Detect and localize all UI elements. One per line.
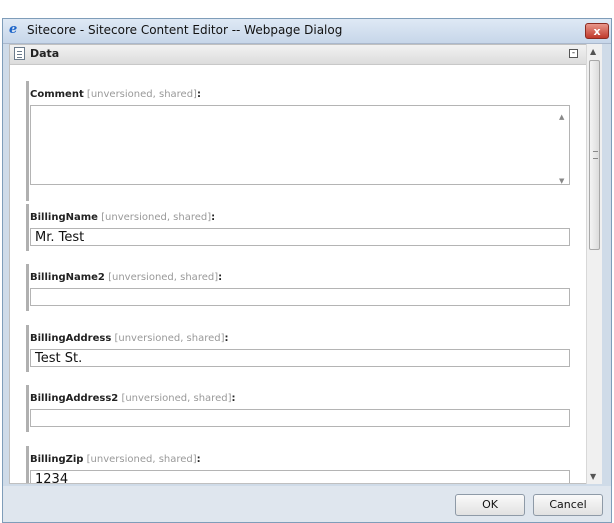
collapse-icon[interactable]: - bbox=[569, 49, 578, 58]
webpage-dialog: e Sitecore - Sitecore Content Editor -- … bbox=[2, 18, 612, 523]
field-name: BillingAddress bbox=[30, 333, 112, 344]
field-indicator-bar bbox=[26, 81, 29, 201]
field-billingname: BillingName [unversioned, shared]: Mr. T… bbox=[26, 204, 582, 251]
field-label: BillingName2 [unversioned, shared]: bbox=[30, 272, 582, 286]
field-billingzip: BillingZip [unversioned, shared]: 1234 bbox=[26, 446, 582, 483]
field-comment: Comment [unversioned, shared]: ▲ ▼ bbox=[26, 81, 582, 201]
field-billingaddress2: BillingAddress2 [unversioned, shared]: bbox=[26, 385, 582, 432]
billingname-input[interactable]: Mr. Test bbox=[30, 228, 570, 246]
comment-textarea[interactable] bbox=[30, 105, 570, 185]
field-indicator-bar bbox=[26, 204, 29, 251]
billingaddress-input[interactable]: Test St. bbox=[30, 349, 570, 367]
field-billingaddress: BillingAddress [unversioned, shared]: Te… bbox=[26, 325, 582, 372]
field-meta: [unversioned, shared] bbox=[114, 333, 225, 344]
field-indicator-bar bbox=[26, 446, 29, 483]
field-meta: [unversioned, shared] bbox=[101, 212, 212, 223]
field-indicator-bar bbox=[26, 264, 29, 311]
section-header-data[interactable]: Data - bbox=[10, 45, 586, 65]
billingaddress2-input[interactable] bbox=[30, 409, 570, 427]
field-colon: : bbox=[224, 333, 229, 344]
field-colon: : bbox=[211, 212, 216, 223]
cancel-button[interactable]: Cancel bbox=[533, 494, 603, 516]
billingname2-input[interactable] bbox=[30, 288, 570, 306]
field-name: Comment bbox=[30, 89, 84, 100]
field-colon: : bbox=[196, 454, 201, 465]
field-billingname2: BillingName2 [unversioned, shared]: bbox=[26, 264, 582, 311]
document-icon bbox=[14, 47, 25, 60]
field-indicator-bar bbox=[26, 385, 29, 432]
scroll-down-arrow-icon[interactable]: ▼ bbox=[590, 472, 596, 481]
field-name: BillingAddress2 bbox=[30, 393, 119, 404]
window-title: Sitecore - Sitecore Content Editor -- We… bbox=[27, 23, 343, 37]
field-label: Comment [unversioned, shared]: bbox=[30, 89, 582, 103]
scroll-up-arrow-icon[interactable]: ▲ bbox=[559, 113, 564, 121]
scroll-down-arrow-icon[interactable]: ▼ bbox=[559, 177, 564, 185]
close-button[interactable]: x bbox=[585, 23, 609, 39]
scroll-up-arrow-icon[interactable]: ▲ bbox=[590, 47, 596, 56]
textarea-scrollbar[interactable]: ▲ ▼ bbox=[558, 111, 568, 187]
field-name: BillingName2 bbox=[30, 272, 105, 283]
content-panel: Data - Comment [unversioned, shared]: ▲ … bbox=[9, 44, 587, 484]
field-name: BillingName bbox=[30, 212, 98, 223]
field-label: BillingAddress2 [unversioned, shared]: bbox=[30, 393, 582, 407]
title-bar[interactable]: e Sitecore - Sitecore Content Editor -- … bbox=[3, 19, 611, 44]
field-meta: [unversioned, shared] bbox=[86, 89, 197, 100]
field-label: BillingAddress [unversioned, shared]: bbox=[30, 333, 582, 347]
field-label: BillingZip [unversioned, shared]: bbox=[30, 454, 582, 468]
field-colon: : bbox=[218, 272, 223, 283]
field-meta: [unversioned, shared] bbox=[108, 272, 219, 283]
grip-icon bbox=[593, 151, 598, 159]
field-colon: : bbox=[196, 89, 201, 100]
section-title: Data bbox=[30, 47, 60, 60]
ok-button[interactable]: OK bbox=[455, 494, 525, 516]
billingzip-input[interactable]: 1234 bbox=[30, 470, 570, 483]
field-label: BillingName [unversioned, shared]: bbox=[30, 212, 582, 226]
field-colon: : bbox=[231, 393, 236, 404]
field-name: BillingZip bbox=[30, 454, 84, 465]
dialog-footer: OK Cancel bbox=[3, 486, 611, 522]
field-indicator-bar bbox=[26, 325, 29, 372]
field-meta: [unversioned, shared] bbox=[86, 454, 197, 465]
field-meta: [unversioned, shared] bbox=[121, 393, 232, 404]
scrollbar-thumb[interactable] bbox=[589, 60, 600, 250]
content-scrollbar[interactable]: ▲ ▼ bbox=[586, 44, 602, 484]
ie-icon: e bbox=[9, 22, 18, 37]
